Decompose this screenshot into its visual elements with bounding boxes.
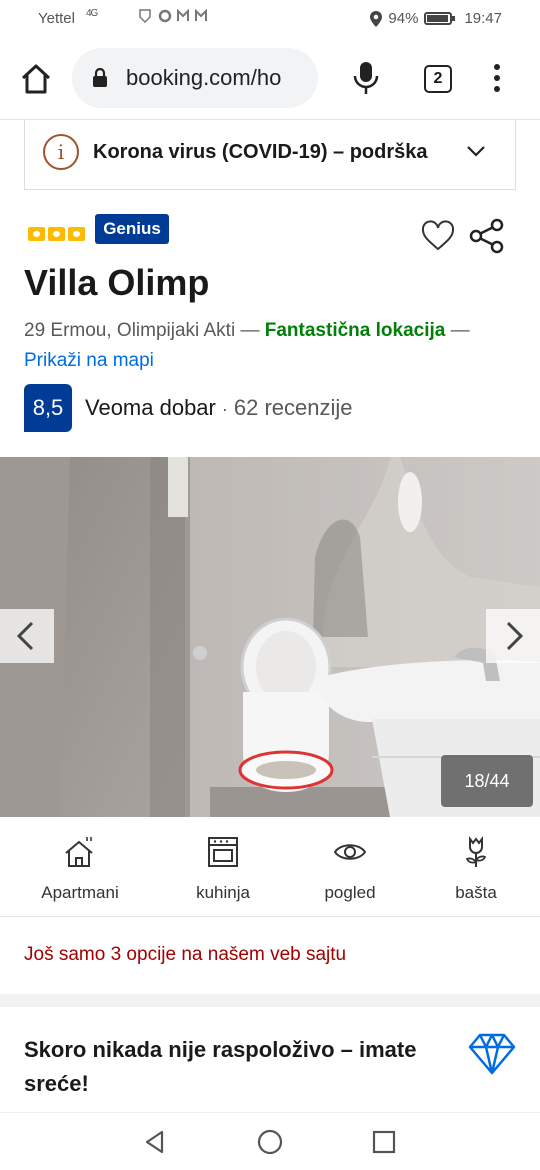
facility-kitchen: kuhinja [163, 835, 283, 903]
home-circle-icon[interactable] [257, 1129, 283, 1155]
lock-icon [93, 68, 107, 87]
facility-view: pogled [290, 835, 410, 903]
gallery-next-button[interactable] [486, 609, 540, 663]
location-highlight: Fantastična lokacija [264, 320, 446, 341]
heart-icon[interactable] [420, 220, 456, 252]
review-count: 62 recenzije [233, 395, 353, 420]
diamond-icon [468, 1033, 516, 1075]
status-bar: Yettel 4G 94% 19:47 [0, 0, 540, 38]
info-icon: i [43, 134, 79, 170]
facility-label: Apartmani [41, 883, 119, 902]
rare-find-text: Skoro nikada nije raspoloživo – imate sr… [24, 1037, 417, 1096]
star-icon [68, 227, 85, 241]
review-score-badge: 8,5 [24, 384, 72, 432]
chevron-left-icon [16, 621, 34, 651]
gallery-prev-button[interactable] [0, 609, 54, 663]
show-on-map-link[interactable]: Prikaži na mapi [24, 350, 154, 371]
url-text: booking.com/ho [126, 65, 282, 90]
covid-banner-text: Korona virus (COVID-19) – podrška [93, 141, 428, 163]
map-prefix: — [450, 320, 470, 341]
genius-badge: Genius [95, 214, 169, 244]
location-icon [370, 10, 383, 27]
section-divider [0, 994, 540, 1007]
facility-label: kuhinja [196, 883, 250, 902]
review-summary[interactable]: Veoma dobar · 62 recenzije [85, 395, 353, 421]
property-title: Villa Olimp [24, 262, 210, 303]
battery-percent: 94% [388, 10, 419, 27]
facility-apartments: Apartmani [20, 835, 140, 903]
share-icon[interactable] [468, 218, 506, 254]
facility-label: bašta [455, 883, 497, 902]
facility-garden: bašta [416, 835, 536, 903]
status-right: 94% 19:47 [370, 10, 502, 27]
facility-label: pogled [324, 883, 376, 902]
covid-banner[interactable]: i Korona virus (COVID-19) – podrška [24, 120, 516, 190]
system-navigation-bar [0, 1112, 540, 1170]
microphone-icon[interactable] [352, 60, 380, 96]
notification-app-icons [139, 8, 207, 24]
carrier-name: Yettel [38, 10, 75, 27]
chevron-down-icon [467, 146, 485, 157]
back-icon[interactable] [142, 1129, 168, 1155]
tab-switcher-button[interactable]: 2 [424, 65, 452, 93]
clock: 19:47 [464, 10, 502, 27]
house-icon [65, 837, 93, 867]
separator: · [221, 399, 228, 419]
network-type: 4G [86, 8, 98, 19]
recents-icon[interactable] [372, 1130, 396, 1154]
oven-icon [208, 837, 238, 867]
eye-icon [333, 844, 367, 860]
flower-icon [465, 836, 487, 867]
star-rating [28, 227, 85, 241]
home-icon[interactable] [18, 61, 54, 97]
notification-icons [138, 8, 218, 26]
menu-icon[interactable] [494, 64, 500, 97]
star-icon [48, 227, 65, 241]
photo-counter: 18/44 [441, 755, 533, 807]
battery-icon [424, 12, 456, 25]
photo-gallery[interactable]: 18/44 [0, 457, 540, 817]
facilities-row: Apartmani kuhinja pogled bašta [0, 817, 540, 917]
star-icon [28, 227, 45, 241]
browser-toolbar: booking.com/ho 2 [0, 38, 540, 120]
property-address: 29 Ermou, Olimpijaki Akti — Fantastična … [24, 316, 519, 376]
availability-note: Još samo 3 opcije na našem veb sajtu [24, 944, 347, 965]
address-text: 29 Ermou, Olimpijaki Akti — [24, 320, 260, 341]
address-bar[interactable]: booking.com/ho [72, 48, 318, 108]
score-label: Veoma dobar [85, 395, 216, 420]
chevron-right-icon [506, 621, 524, 651]
